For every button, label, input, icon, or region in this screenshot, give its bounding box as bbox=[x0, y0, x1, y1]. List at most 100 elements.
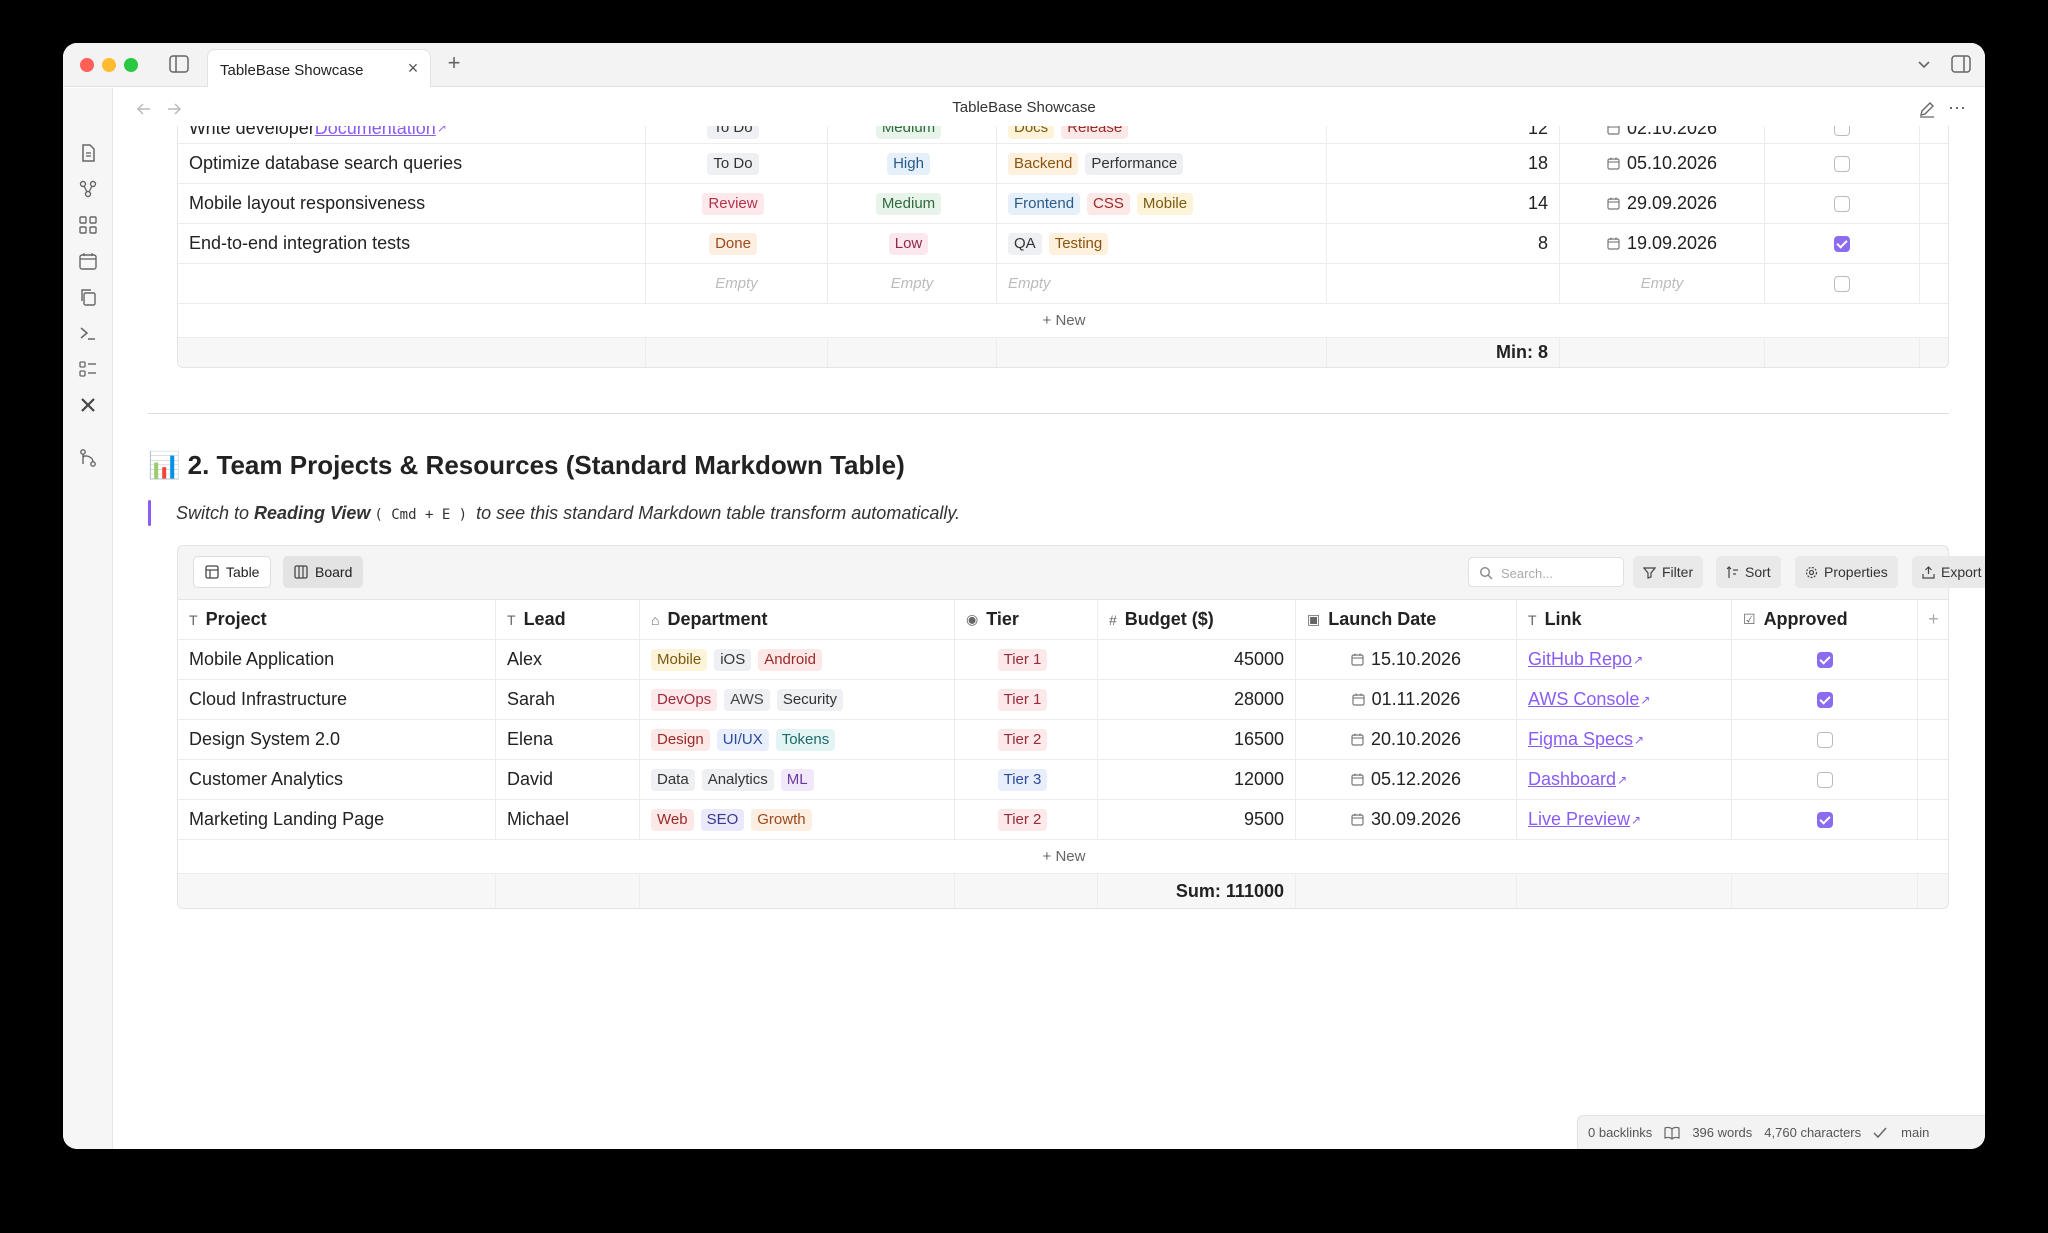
git-icon[interactable] bbox=[78, 448, 98, 468]
list-icon[interactable] bbox=[78, 359, 98, 379]
column-header[interactable]: T Project bbox=[178, 600, 496, 639]
project-cell[interactable]: AWS Console ↗ bbox=[1517, 680, 1732, 719]
project-cell[interactable] bbox=[1732, 760, 1918, 799]
task-cell[interactable]: 18 bbox=[1327, 144, 1560, 183]
column-header[interactable]: ☑ Approved bbox=[1732, 600, 1918, 639]
task-cell[interactable]: 02.10.2026 bbox=[1560, 126, 1765, 143]
copy-icon[interactable] bbox=[78, 287, 98, 307]
view-board-button[interactable]: Board bbox=[283, 556, 364, 588]
task-cell[interactable]: 29.09.2026 bbox=[1560, 184, 1765, 223]
project-cell[interactable] bbox=[1732, 640, 1918, 679]
project-cell[interactable] bbox=[1918, 720, 1948, 759]
project-cell[interactable]: Live Preview ↗ bbox=[1517, 800, 1732, 839]
project-cell[interactable]: Tier 2 bbox=[955, 720, 1098, 759]
column-header[interactable]: # Budget ($) bbox=[1098, 600, 1296, 639]
project-cell[interactable]: Tier 1 bbox=[955, 640, 1098, 679]
grid-icon[interactable] bbox=[78, 215, 98, 235]
zoom-window-button[interactable] bbox=[124, 58, 138, 72]
task-cell[interactable]: To Do bbox=[646, 126, 828, 143]
task-cell[interactable]: Docs Release bbox=[997, 126, 1327, 143]
project-cell[interactable]: Design System 2.0 bbox=[178, 720, 496, 759]
project-cell[interactable]: Sarah bbox=[496, 680, 640, 719]
task-cell[interactable]: Medium bbox=[828, 126, 997, 143]
project-cell[interactable]: David bbox=[496, 760, 640, 799]
project-cell[interactable] bbox=[1732, 800, 1918, 839]
task-cell[interactable]: 12 bbox=[1327, 126, 1560, 143]
project-cell[interactable]: GitHub Repo ↗ bbox=[1517, 640, 1732, 679]
project-cell[interactable] bbox=[1918, 760, 1948, 799]
more-options-icon[interactable]: ··· bbox=[1947, 98, 1967, 119]
project-link[interactable]: Live Preview bbox=[1528, 809, 1630, 830]
column-header[interactable]: ▣ Launch Date bbox=[1296, 600, 1517, 639]
search-input[interactable]: Search... bbox=[1468, 557, 1624, 587]
project-cell[interactable]: Tier 2 bbox=[955, 800, 1098, 839]
task-cell[interactable]: 05.10.2026 bbox=[1560, 144, 1765, 183]
approved-checkbox[interactable] bbox=[1816, 691, 1833, 708]
properties-button[interactable]: Properties bbox=[1795, 556, 1898, 588]
chevron-down-icon[interactable] bbox=[1915, 55, 1933, 73]
minimize-window-button[interactable] bbox=[102, 58, 116, 72]
task-cell[interactable]: Empty bbox=[997, 264, 1327, 303]
column-header[interactable]: ⌂ Department bbox=[640, 600, 955, 639]
task-cell[interactable] bbox=[1765, 264, 1920, 303]
tools-icon[interactable] bbox=[78, 395, 98, 415]
approved-checkbox[interactable] bbox=[1834, 235, 1850, 252]
graph-icon[interactable] bbox=[78, 179, 98, 199]
project-cell[interactable]: Mobile Application bbox=[178, 640, 496, 679]
column-header[interactable]: T Lead bbox=[496, 600, 640, 639]
project-cell[interactable]: Tier 1 bbox=[955, 680, 1098, 719]
project-cell[interactable]: Tier 3 bbox=[955, 760, 1098, 799]
project-cell[interactable]: 20.10.2026 bbox=[1296, 720, 1517, 759]
project-cell[interactable] bbox=[1918, 680, 1948, 719]
task-cell[interactable]: Mobile layout responsiveness bbox=[178, 184, 646, 223]
project-cell[interactable]: Michael bbox=[496, 800, 640, 839]
project-cell[interactable] bbox=[1732, 720, 1918, 759]
close-icon[interactable]: × bbox=[404, 59, 422, 77]
task-cell[interactable] bbox=[1920, 184, 1948, 223]
project-cell[interactable]: Cloud Infrastructure bbox=[178, 680, 496, 719]
sidebar-toggle-icon[interactable] bbox=[169, 55, 189, 73]
export-button[interactable]: Export bbox=[1912, 556, 1985, 588]
right-sidebar-toggle-icon[interactable] bbox=[1951, 55, 1971, 73]
terminal-icon[interactable] bbox=[78, 323, 98, 343]
project-cell[interactable]: Design UI/UX Tokens bbox=[640, 720, 955, 759]
approved-checkbox[interactable] bbox=[1834, 126, 1850, 136]
sort-button[interactable]: Sort bbox=[1716, 556, 1781, 588]
task-cell[interactable]: Empty bbox=[828, 264, 997, 303]
project-cell[interactable] bbox=[1918, 640, 1948, 679]
approved-checkbox[interactable] bbox=[1816, 811, 1833, 828]
project-link[interactable]: Figma Specs bbox=[1528, 729, 1633, 750]
approved-checkbox[interactable] bbox=[1834, 155, 1850, 172]
task-cell[interactable]: High bbox=[828, 144, 997, 183]
column-header[interactable]: + bbox=[1918, 600, 1948, 639]
task-cell[interactable]: QA Testing bbox=[997, 224, 1327, 263]
new-row-button[interactable]: + New bbox=[178, 304, 1948, 337]
project-cell[interactable]: Elena bbox=[496, 720, 640, 759]
project-cell[interactable]: 30.09.2026 bbox=[1296, 800, 1517, 839]
project-cell[interactable]: 05.12.2026 bbox=[1296, 760, 1517, 799]
new-tab-icon[interactable]: + bbox=[443, 52, 465, 74]
git-branch[interactable]: main bbox=[1901, 1125, 1929, 1140]
project-cell[interactable]: Figma Specs ↗ bbox=[1517, 720, 1732, 759]
task-cell[interactable] bbox=[1765, 126, 1920, 143]
task-cell[interactable]: 8 bbox=[1327, 224, 1560, 263]
backlinks-count[interactable]: 0 backlinks bbox=[1588, 1125, 1652, 1140]
task-cell[interactable] bbox=[178, 264, 646, 303]
filter-button[interactable]: Filter bbox=[1633, 556, 1704, 588]
project-cell[interactable] bbox=[1918, 800, 1948, 839]
approved-checkbox[interactable] bbox=[1816, 731, 1833, 748]
column-header[interactable]: ◉ Tier bbox=[955, 600, 1098, 639]
task-cell[interactable] bbox=[1765, 184, 1920, 223]
project-cell[interactable]: 16500 bbox=[1098, 720, 1296, 759]
project-cell[interactable]: Web SEO Growth bbox=[640, 800, 955, 839]
task-cell[interactable] bbox=[1765, 224, 1920, 263]
task-cell[interactable] bbox=[1920, 126, 1948, 143]
project-cell[interactable]: Data Analytics ML bbox=[640, 760, 955, 799]
task-cell[interactable] bbox=[1327, 264, 1560, 303]
task-cell[interactable]: Empty bbox=[646, 264, 828, 303]
project-cell[interactable]: Customer Analytics bbox=[178, 760, 496, 799]
project-cell[interactable]: DevOps AWS Security bbox=[640, 680, 955, 719]
column-header[interactable]: T Link bbox=[1517, 600, 1732, 639]
close-window-button[interactable] bbox=[80, 58, 94, 72]
project-cell[interactable]: Dashboard ↗ bbox=[1517, 760, 1732, 799]
